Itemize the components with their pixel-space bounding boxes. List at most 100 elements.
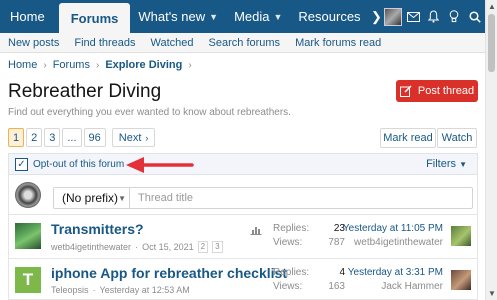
- tab-media[interactable]: Media ▼: [226, 0, 290, 33]
- pagination: 1 2 3 ... 96 Next ›: [8, 128, 156, 147]
- chevron-right-icon: ›: [188, 59, 192, 71]
- thread-author[interactable]: wetb4igetinthewater: [51, 242, 131, 252]
- tab-whats-new[interactable]: What's new ▼: [130, 0, 226, 33]
- avatar[interactable]: [15, 223, 41, 249]
- thread-page-link[interactable]: 2: [197, 241, 209, 253]
- meta-separator: ·: [92, 285, 96, 295]
- views-count: 163: [328, 281, 345, 292]
- thread-stats: Replies: 23 Views: 787: [273, 223, 345, 251]
- filters-label: Filters: [426, 158, 457, 170]
- user-avatar-button[interactable]: [382, 0, 403, 33]
- views-label: Views:: [273, 237, 303, 248]
- breadcrumb-home[interactable]: Home: [8, 59, 37, 71]
- avatar[interactable]: [451, 226, 471, 246]
- thread-meta: Teleopsis · Yesterday at 12:53 AM: [51, 285, 190, 295]
- alerts-button[interactable]: [423, 0, 444, 33]
- filters-dropdown[interactable]: Filters ▼: [426, 158, 467, 170]
- optout-checkbox[interactable]: ✓: [15, 157, 28, 171]
- thread-row: T iphone App for rebreather checklist Te…: [8, 259, 478, 300]
- breadcrumb-explore-diving[interactable]: Explore Diving: [105, 59, 182, 71]
- search-button[interactable]: [464, 0, 485, 33]
- thread-author[interactable]: Teleopsis: [51, 285, 89, 295]
- lightbulb-icon: [449, 10, 459, 23]
- page-link-1[interactable]: 1: [8, 128, 25, 147]
- subnav-search-forums[interactable]: Search forums: [209, 37, 281, 49]
- scroll-down-arrow-icon[interactable]: ▼: [488, 289, 496, 298]
- tab-forums[interactable]: Forums: [58, 3, 131, 33]
- avatar: [383, 7, 402, 26]
- page-link-96[interactable]: 96: [83, 128, 106, 147]
- last-post-date[interactable]: Yesterday at 11:05 PM: [343, 223, 443, 234]
- sub-navigation: New posts Find threads Watched Search fo…: [0, 33, 485, 53]
- caret-down-icon: ▼: [118, 193, 126, 203]
- caret-down-icon: ▼: [459, 160, 467, 169]
- tab-home[interactable]: Home: [0, 0, 59, 33]
- chevron-down-icon[interactable]: ▼: [274, 12, 283, 22]
- meta-separator: ·: [135, 242, 139, 252]
- mark-read-button[interactable]: Mark read: [380, 128, 436, 148]
- chevron-right-icon: ›: [95, 59, 100, 71]
- tab-home-label: Home: [10, 9, 45, 24]
- thread-title[interactable]: iphone App for rebreather checklist: [51, 265, 287, 281]
- thread-title[interactable]: Transmitters?: [51, 221, 144, 237]
- page-description: Find out everything you ever wanted to k…: [8, 107, 291, 118]
- thread-meta: wetb4igetinthewater · Oct 15, 2021 2 3: [51, 241, 223, 253]
- breadcrumb: Home › Forums › Explore Diving ›: [8, 59, 192, 71]
- subnav-new-posts[interactable]: New posts: [8, 37, 59, 49]
- search-icon: [469, 10, 481, 23]
- thread-stats: Replies: 4 Views: 163: [273, 267, 345, 295]
- bell-icon: [428, 10, 440, 23]
- next-page-label: Next: [118, 131, 142, 144]
- thread-date[interactable]: Yesterday at 12:53 AM: [100, 285, 190, 295]
- chevron-down-icon[interactable]: ▼: [209, 12, 218, 22]
- top-navigation: Home Forums What's new ▼ Media ▼ Resources…: [0, 0, 485, 33]
- breadcrumb-forums[interactable]: Forums: [53, 59, 90, 71]
- page-link-2[interactable]: 2: [26, 128, 43, 147]
- thread-title-input[interactable]: [129, 187, 473, 209]
- post-thread-button[interactable]: Post thread: [396, 80, 478, 102]
- tab-resources[interactable]: Resources: [290, 0, 368, 33]
- envelope-icon: [406, 11, 420, 22]
- tab-resources-label: Resources: [298, 9, 361, 24]
- thread-row: Transmitters? wetb4igetinthewater · Oct …: [8, 215, 478, 259]
- next-page-button[interactable]: Next ›: [111, 128, 156, 147]
- chevron-right-icon: ›: [43, 59, 47, 71]
- new-thread-row: (No prefix) ▼: [8, 175, 478, 215]
- last-post-user[interactable]: wetb4igetinthewater: [343, 237, 443, 248]
- bar-chart-icon[interactable]: [250, 225, 262, 235]
- prefix-select[interactable]: (No prefix) ▼: [53, 187, 133, 209]
- avatar-letter: T: [22, 270, 34, 289]
- chevron-right-icon: ›: [145, 132, 149, 143]
- vertical-scrollbar[interactable]: ▲ ▼: [485, 0, 497, 300]
- thread-page-link[interactable]: 3: [212, 241, 223, 253]
- views-label: Views:: [273, 281, 303, 292]
- page-link-3[interactable]: 3: [44, 128, 61, 147]
- replies-label: Replies:: [273, 267, 310, 278]
- replies-label: Replies:: [273, 223, 310, 234]
- prefix-value: (No prefix): [62, 191, 119, 205]
- pencil-icon: [399, 85, 412, 97]
- page-jump-ellipsis[interactable]: ...: [62, 128, 82, 147]
- subnav-find-threads[interactable]: Find threads: [74, 37, 135, 49]
- page-title: Rebreather Diving: [8, 81, 162, 102]
- post-thread-label: Post thread: [417, 85, 475, 97]
- optout-label[interactable]: Opt-out of this forum: [33, 159, 124, 170]
- last-post-date[interactable]: Yesterday at 3:31 PM: [348, 267, 443, 278]
- chevron-right-icon[interactable]: ❯: [371, 0, 383, 33]
- tab-whats-new-label: What's new: [138, 9, 206, 24]
- inbox-button[interactable]: [403, 0, 424, 33]
- avatar: [15, 181, 41, 208]
- scroll-up-arrow-icon[interactable]: ▲: [488, 2, 496, 11]
- avatar[interactable]: [451, 270, 471, 290]
- subnav-mark-forums-read[interactable]: Mark forums read: [295, 37, 381, 49]
- tab-media-label: Media: [234, 9, 270, 24]
- last-post-user[interactable]: Jack Hammer: [348, 281, 443, 292]
- watch-button[interactable]: Watch: [437, 128, 477, 148]
- bookmarks-button[interactable]: [444, 0, 465, 33]
- avatar[interactable]: T: [15, 267, 41, 293]
- scrollbar-thumb[interactable]: [488, 14, 495, 72]
- subnav-watched[interactable]: Watched: [151, 37, 194, 49]
- thread-date[interactable]: Oct 15, 2021: [142, 242, 194, 252]
- checkmark-icon: ✓: [17, 158, 26, 170]
- tab-forums-label: Forums: [70, 10, 119, 26]
